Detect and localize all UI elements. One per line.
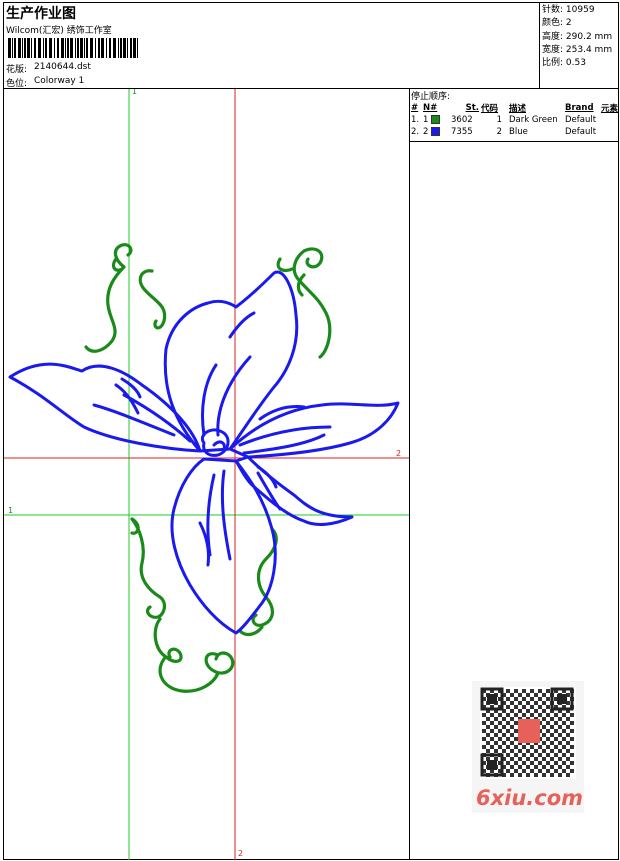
stat-stitches: 针数: 10959 xyxy=(542,5,595,15)
stat-scale: 比例: 0.53 xyxy=(542,58,586,69)
page-title: 生产作业图 xyxy=(6,6,76,22)
stop-sequence-table: # N# St. 代码 描述 Brand 元素 1. 1 3602 1 Dark… xyxy=(410,101,619,138)
guide-label-v1: 1 xyxy=(132,89,137,96)
table-row: 1. 1 3602 1 Dark Green Default xyxy=(411,115,597,125)
qr-code-icon xyxy=(480,687,576,779)
color-swatch xyxy=(431,127,441,136)
thread-green-vines xyxy=(84,243,332,693)
stat-colors: 颜色: 2 xyxy=(542,18,572,29)
guide-label-v2: 2 xyxy=(238,849,243,858)
color-swatch xyxy=(431,115,441,124)
guide-label-h2: 2 xyxy=(396,449,401,458)
table-header: # N# St. 代码 描述 Brand 元素 xyxy=(411,102,619,114)
stats-panel: 针数: 10959 颜色: 2 高度: 290.2 mm 宽度: 253.4 m… xyxy=(542,4,612,70)
colorway-label: 色位: xyxy=(6,79,28,89)
studio-name: Wilcom(汇宏) 绣饰工作室 xyxy=(6,26,112,36)
stat-height: 高度: 290.2 mm xyxy=(542,31,613,42)
colorway-value: Colorway 1 xyxy=(34,76,85,86)
watermark-text: 6xiu.com xyxy=(476,786,584,810)
barcode xyxy=(8,38,138,58)
thread-blue-flower xyxy=(8,270,400,635)
design-file: 2140644.dst xyxy=(34,62,91,72)
guide-label-h1: 1 xyxy=(8,506,13,515)
stat-width: 宽度: 253.4 mm xyxy=(542,44,613,55)
table-row: 2. 2 7355 2 Blue Default xyxy=(411,127,597,137)
design-label: 花版: xyxy=(6,65,28,75)
design-canvas: 1 1 2 2 xyxy=(4,89,409,860)
